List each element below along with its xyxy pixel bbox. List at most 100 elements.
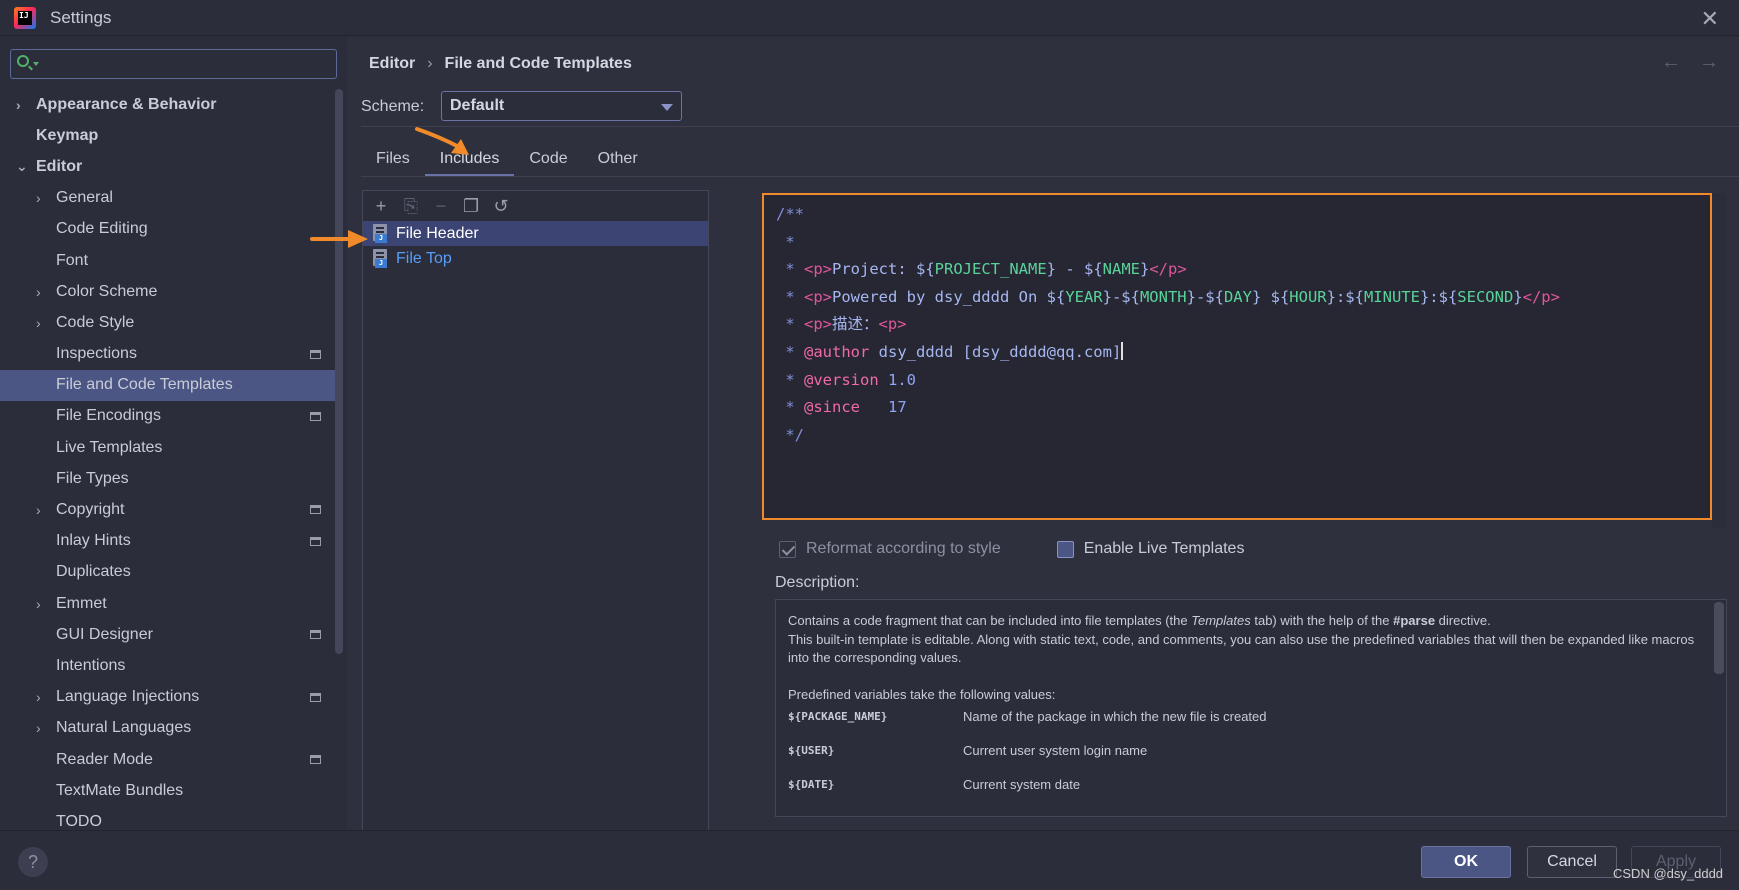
project-scope-icon	[310, 692, 321, 702]
chevron-right-icon[interactable]: ›	[36, 596, 50, 612]
breadcrumb-current: File and Code Templates	[444, 55, 632, 72]
sidebar-item[interactable]: Reader Mode	[0, 744, 335, 775]
sidebar-item[interactable]: File and Code Templates	[0, 369, 335, 401]
sidebar-scrollbar[interactable]	[335, 89, 343, 654]
sidebar-item[interactable]: File Encodings	[0, 401, 335, 432]
sidebar-item[interactable]: › General	[0, 183, 335, 214]
code-token: DAY	[1223, 287, 1252, 306]
enable-live-templates-label: Enable Live Templates	[1083, 540, 1245, 557]
breadcrumb-parent[interactable]: Editor	[369, 55, 415, 73]
code-token: <p>	[804, 260, 832, 279]
code-token: MONTH	[1139, 287, 1187, 306]
chevron-right-icon[interactable]: ›	[36, 284, 50, 300]
chevron-right-icon[interactable]: ›	[16, 97, 30, 113]
code-line: * <p>Powered by dsy_dddd On ${YEAR}-${MO…	[776, 284, 1710, 312]
chevron-right-icon[interactable]: ›	[36, 720, 50, 736]
sidebar-item[interactable]: › Color Scheme	[0, 276, 335, 307]
sidebar-item-label: Intentions	[56, 656, 126, 674]
chevron-down-icon[interactable]	[33, 62, 39, 66]
code-token: <p>	[878, 315, 907, 334]
sidebar-item[interactable]: Inlay Hints	[0, 526, 335, 557]
sidebar-item[interactable]: Font	[0, 245, 335, 276]
sidebar-item[interactable]: › Appearance & Behavior	[0, 89, 335, 120]
tab-code[interactable]: Code	[514, 144, 582, 177]
code-token: @author	[804, 342, 870, 361]
chevron-right-icon[interactable]: ›	[36, 315, 50, 331]
enable-live-templates-checkbox[interactable]	[1056, 540, 1074, 558]
sidebar-item[interactable]: › Language Injections	[0, 682, 335, 713]
sidebar-item[interactable]: › Code Style	[0, 307, 335, 338]
sidebar-item[interactable]: File Types	[0, 463, 335, 494]
code-token: @version	[804, 370, 879, 389]
sidebar-item[interactable]: TextMate Bundles	[0, 775, 335, 806]
description-scrollbar[interactable]	[1714, 602, 1724, 674]
sidebar-item[interactable]: ⌄ Editor	[0, 151, 335, 182]
variable-description: Name of the package in which the new fil…	[963, 709, 1267, 725]
template-list: J File Header J File Top	[363, 221, 708, 271]
sidebar-item[interactable]: Duplicates	[0, 557, 335, 588]
project-scope-icon	[310, 536, 321, 546]
template-options: Reformat according to style Enable Live …	[779, 540, 1244, 558]
code-token: *	[776, 342, 804, 361]
back-arrow-icon[interactable]: ←	[1661, 51, 1681, 74]
chevron-right-icon[interactable]: ›	[36, 689, 50, 705]
sidebar-item[interactable]: Keymap	[0, 120, 335, 151]
sidebar-item[interactable]: Inspections	[0, 339, 335, 370]
template-tabs: Files Includes Code Other	[361, 144, 653, 177]
cancel-button[interactable]: Cancel	[1527, 846, 1617, 878]
close-icon[interactable]: ✕	[1701, 6, 1719, 32]
minus-icon[interactable]: −	[433, 197, 449, 215]
code-line: * <p>Project: ${PROJECT_NAME} - ${NAME}<…	[776, 256, 1710, 284]
sidebar-item-label: Font	[56, 251, 89, 269]
desc-text: tab) with the help of the	[1250, 613, 1394, 628]
sidebar-item-label: TODO	[56, 812, 102, 830]
code-token: *	[776, 232, 795, 251]
template-code-editor[interactable]: /** * * <p>Project: ${PROJECT_NAME} - ${…	[762, 193, 1712, 520]
sidebar-item[interactable]: Intentions	[0, 650, 335, 681]
title-bar: IJ Settings ✕	[0, 0, 1739, 36]
sidebar-item[interactable]: › Natural Languages	[0, 713, 335, 744]
java-file-icon: J	[373, 249, 390, 268]
sidebar-item[interactable]: › Emmet	[0, 588, 335, 619]
template-list-item[interactable]: J File Header	[363, 221, 708, 246]
project-scope-icon	[310, 411, 321, 421]
scheme-dropdown[interactable]: Default	[441, 91, 682, 121]
description-vars-intro: Predefined variables take the following …	[788, 686, 1056, 702]
code-line: * @author dsy_dddd [dsy_dddd@qq.com]	[776, 339, 1710, 367]
chevron-right-icon[interactable]: ›	[36, 190, 50, 206]
code-token: <p>	[804, 315, 832, 334]
description-label: Description:	[775, 574, 860, 591]
breadcrumb-separator: ›	[427, 55, 433, 72]
chevron-down-icon[interactable]: ⌄	[16, 158, 30, 175]
undo-icon[interactable]: ↺	[493, 197, 509, 215]
code-token: PROJECT_NAME	[934, 260, 1047, 279]
java-file-icon: J	[373, 224, 390, 243]
code-line: * @version 1.0	[776, 367, 1710, 395]
settings-search[interactable]	[10, 49, 337, 79]
sidebar-item-label: Duplicates	[56, 563, 131, 581]
ok-button[interactable]: OK	[1421, 846, 1511, 878]
code-token: }	[1139, 260, 1150, 279]
sidebar-item[interactable]: GUI Designer	[0, 619, 335, 650]
template-list-item[interactable]: J File Top	[363, 246, 708, 271]
code-token: ${	[1046, 287, 1066, 306]
code-token: }:${	[1419, 287, 1458, 306]
sidebar-item-label: Live Templates	[56, 438, 163, 456]
duplicate-icon[interactable]: ❐	[463, 197, 479, 215]
sidebar-item-label: Copyright	[56, 501, 125, 519]
sidebar-item[interactable]: Code Editing	[0, 214, 335, 245]
copy-icon[interactable]: ⎘	[403, 197, 419, 215]
plus-icon[interactable]: +	[373, 197, 389, 215]
help-icon[interactable]: ?	[18, 847, 48, 877]
sidebar-item[interactable]: Live Templates	[0, 432, 335, 463]
tab-other[interactable]: Other	[583, 144, 653, 177]
divider	[361, 126, 1739, 127]
code-token: *	[776, 260, 804, 279]
intellij-logo-icon: IJ	[14, 6, 36, 29]
reformat-checkbox[interactable]	[779, 540, 796, 558]
code-token: /**	[776, 205, 804, 223]
search-input[interactable]	[41, 53, 331, 75]
chevron-right-icon[interactable]: ›	[36, 502, 50, 518]
sidebar-item[interactable]: › Copyright	[0, 494, 335, 525]
forward-arrow-icon[interactable]: →	[1699, 51, 1719, 74]
